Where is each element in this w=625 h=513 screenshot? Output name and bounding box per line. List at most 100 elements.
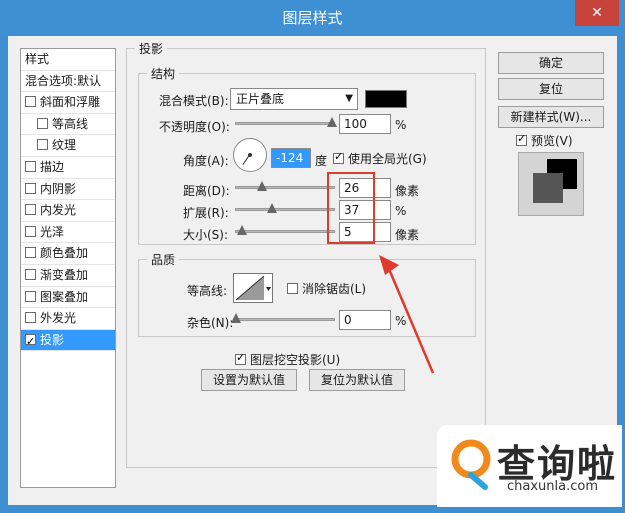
opacity-input[interactable]: 100 bbox=[339, 114, 391, 134]
antialias-check-icon bbox=[287, 283, 298, 294]
style-checkbox-icon[interactable] bbox=[25, 268, 36, 280]
watermark-logo-icon bbox=[451, 439, 491, 490]
highlight-box bbox=[327, 172, 375, 244]
quality-title: 品质 bbox=[147, 251, 180, 268]
style-list: 样式混合选项:默认斜面和浮雕等高线纹理描边内阴影内发光光泽颜色叠加渐变叠加图案叠… bbox=[20, 48, 116, 488]
watermark: 查询啦 chaxunla.com bbox=[437, 425, 622, 507]
spread-slider[interactable] bbox=[235, 203, 335, 215]
close-icon: ✕ bbox=[591, 5, 603, 21]
style-list-item-label: 斜面和浮雕 bbox=[40, 95, 101, 110]
style-list-item[interactable]: 斜面和浮雕 bbox=[21, 92, 115, 114]
global-light-check-icon bbox=[333, 150, 344, 164]
style-list-item-label: 渐变叠加 bbox=[40, 267, 89, 282]
opacity-unit: % bbox=[395, 118, 407, 132]
style-preview bbox=[518, 152, 584, 216]
style-list-item-label: 光泽 bbox=[40, 224, 65, 239]
ok-label: 确定 bbox=[538, 56, 563, 70]
spread-slider-thumb[interactable] bbox=[267, 203, 277, 213]
structure-group: 结构 混合模式(B): 正片叠底 ▼ 不透明度(O): 100 % 角度(A): bbox=[138, 65, 476, 245]
style-list-item-label: 描边 bbox=[40, 159, 65, 174]
opacity-slider-track bbox=[235, 122, 335, 125]
size-slider-thumb[interactable] bbox=[237, 225, 247, 235]
blend-mode-select[interactable]: 正片叠底 ▼ bbox=[230, 88, 358, 110]
style-list-item[interactable]: 外发光 bbox=[21, 308, 115, 330]
size-slider-track bbox=[235, 230, 335, 233]
style-checkbox-icon[interactable] bbox=[25, 182, 36, 194]
spread-label: 扩展(R): bbox=[183, 206, 229, 220]
reset-button[interactable]: 复位 bbox=[498, 78, 604, 100]
structure-title: 结构 bbox=[147, 65, 180, 82]
size-slider[interactable] bbox=[235, 225, 335, 237]
spread-slider-track bbox=[235, 208, 335, 211]
global-light-label: 使用全局光(G) bbox=[348, 152, 427, 166]
drop-shadow-title: 投影 bbox=[135, 40, 168, 57]
style-list-item-label: 内阴影 bbox=[40, 181, 77, 196]
style-checkbox-icon[interactable] bbox=[37, 139, 48, 151]
close-button[interactable]: ✕ bbox=[575, 0, 619, 26]
opacity-value: 100 bbox=[344, 117, 367, 131]
preview-checkbox[interactable]: 预览(V) bbox=[516, 132, 573, 149]
window-titlebar: 图层样式 bbox=[0, 0, 625, 36]
angle-dial[interactable] bbox=[233, 138, 267, 172]
style-checkbox-icon[interactable] bbox=[25, 160, 36, 172]
style-checkbox-icon[interactable] bbox=[25, 247, 36, 259]
preview-shape bbox=[533, 173, 563, 203]
new-style-label: 新建样式(W)... bbox=[510, 110, 592, 124]
style-list-item-label: 内发光 bbox=[40, 203, 77, 218]
size-unit: 像素 bbox=[395, 228, 420, 242]
style-list-item[interactable]: 纹理 bbox=[21, 135, 115, 157]
style-checkbox-icon[interactable] bbox=[25, 225, 36, 237]
style-list-item[interactable]: 渐变叠加 bbox=[21, 265, 115, 287]
noise-label: 杂色(N): bbox=[187, 316, 234, 330]
style-list-item[interactable]: 颜色叠加 bbox=[21, 243, 115, 265]
style-list-item-label: 外发光 bbox=[40, 311, 77, 326]
style-list-item[interactable]: 内发光 bbox=[21, 200, 115, 222]
style-list-item[interactable]: 投影 bbox=[21, 329, 115, 352]
blend-mode-label: 混合模式(B): bbox=[159, 94, 229, 108]
style-checkbox-icon[interactable] bbox=[25, 312, 36, 324]
knockout-check-icon bbox=[235, 351, 246, 365]
style-list-item[interactable]: 光泽 bbox=[21, 222, 115, 244]
angle-input[interactable]: -124 bbox=[271, 148, 311, 168]
preview-label: 预览(V) bbox=[531, 134, 573, 148]
contour-curve-icon bbox=[235, 275, 271, 301]
distance-slider-thumb[interactable] bbox=[257, 181, 267, 191]
watermark-url: chaxunla.com bbox=[507, 479, 598, 494]
style-list-item-label: 投影 bbox=[40, 332, 65, 347]
style-list-item-label: 混合选项:默认 bbox=[25, 73, 102, 88]
global-light-checkbox[interactable]: 使用全局光(G) bbox=[333, 150, 427, 167]
distance-label: 距离(D): bbox=[183, 184, 230, 198]
distance-slider[interactable] bbox=[235, 181, 335, 193]
style-list-item[interactable]: 描边 bbox=[21, 157, 115, 179]
style-checkbox-icon[interactable] bbox=[37, 117, 48, 129]
ok-button[interactable]: 确定 bbox=[498, 52, 604, 74]
contour-label: 等高线: bbox=[187, 284, 228, 298]
noise-slider-thumb[interactable] bbox=[231, 313, 241, 323]
style-list-item[interactable]: 样式 bbox=[21, 49, 115, 71]
style-list-item[interactable]: 内阴影 bbox=[21, 179, 115, 201]
style-checkbox-icon[interactable] bbox=[25, 96, 36, 108]
angle-value: -124 bbox=[276, 151, 304, 165]
red-arrow-icon bbox=[379, 255, 435, 374]
style-checkbox-icon[interactable] bbox=[25, 331, 36, 352]
make-default-button[interactable]: 设置为默认值 bbox=[201, 369, 297, 391]
style-checkbox-icon[interactable] bbox=[25, 290, 36, 302]
style-list-item[interactable]: 混合选项:默认 bbox=[21, 71, 115, 93]
shadow-color-swatch[interactable] bbox=[365, 90, 407, 108]
drop-shadow-group: 投影 结构 混合模式(B): 正片叠底 ▼ 不透明度(O): 100 % 角度(… bbox=[126, 40, 486, 468]
new-style-button[interactable]: 新建样式(W)... bbox=[498, 106, 604, 128]
spread-unit: % bbox=[395, 204, 407, 218]
style-list-item[interactable]: 等高线 bbox=[21, 114, 115, 136]
style-list-item-label: 颜色叠加 bbox=[40, 246, 89, 261]
angle-label: 角度(A): bbox=[183, 154, 229, 168]
blend-mode-value: 正片叠底 bbox=[236, 92, 285, 106]
style-list-item-label: 图案叠加 bbox=[40, 289, 89, 304]
opacity-slider[interactable] bbox=[235, 117, 337, 129]
opacity-label: 不透明度(O): bbox=[159, 120, 230, 134]
style-checkbox-icon[interactable] bbox=[25, 204, 36, 216]
contour-picker[interactable] bbox=[233, 273, 273, 303]
style-list-item[interactable]: 图案叠加 bbox=[21, 287, 115, 309]
opacity-slider-thumb[interactable] bbox=[327, 117, 337, 127]
angle-unit: 度 bbox=[315, 154, 328, 168]
style-list-item-label: 等高线 bbox=[52, 116, 89, 131]
